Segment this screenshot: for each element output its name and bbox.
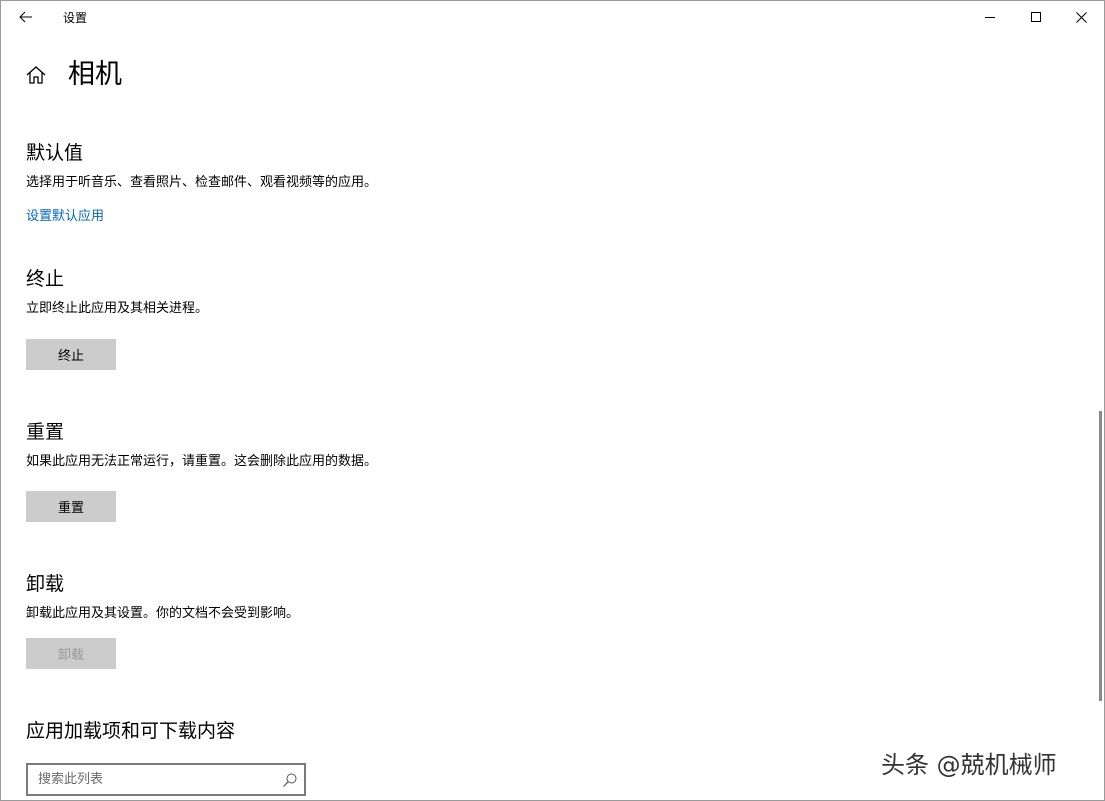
search-input[interactable] [28, 765, 283, 794]
search-box [26, 763, 306, 796]
watermark: 头条 @兢机械师 [881, 751, 1057, 779]
set-default-apps-link[interactable]: 设置默认应用 [26, 208, 104, 226]
close-button[interactable] [1058, 1, 1104, 33]
back-button[interactable] [9, 3, 43, 31]
section-title-addons: 应用加载项和可下载内容 [26, 720, 236, 742]
section-title-reset: 重置 [26, 421, 65, 443]
page-title: 相机 [68, 59, 122, 90]
section-desc-uninstall: 卸载此应用及其设置。你的文档不会受到影响。 [26, 606, 300, 621]
title-bar: 设置 [1, 1, 1104, 33]
section-title-uninstall: 卸载 [26, 573, 65, 595]
section-desc-terminate: 立即终止此应用及其相关进程。 [26, 301, 209, 316]
section-title-terminate: 终止 [26, 268, 65, 290]
home-icon [26, 66, 46, 84]
maximize-button[interactable] [1013, 1, 1059, 33]
home-button[interactable] [25, 64, 47, 86]
uninstall-button[interactable]: 卸载 [26, 638, 116, 669]
section-desc-reset: 如果此应用无法正常运行，请重置。这会删除此应用的数据。 [26, 454, 378, 469]
settings-window: 设置 相机 默认值 选择用于听音乐、查看照片、检查邮件、观看视频等的应用。 设置… [0, 0, 1105, 801]
reset-button[interactable]: 重置 [26, 491, 116, 522]
section-desc-defaults: 选择用于听音乐、查看照片、检查邮件、观看视频等的应用。 [26, 175, 378, 190]
maximize-icon [1031, 12, 1041, 22]
close-icon [1075, 11, 1087, 23]
back-arrow-icon [19, 11, 32, 23]
section-title-defaults: 默认值 [26, 142, 84, 164]
minimize-icon [985, 17, 995, 18]
vertical-scrollbar[interactable] [1099, 411, 1102, 701]
terminate-button[interactable]: 终止 [26, 339, 116, 370]
app-title: 设置 [63, 11, 88, 25]
search-icon [283, 773, 297, 787]
minimize-button[interactable] [967, 1, 1013, 33]
